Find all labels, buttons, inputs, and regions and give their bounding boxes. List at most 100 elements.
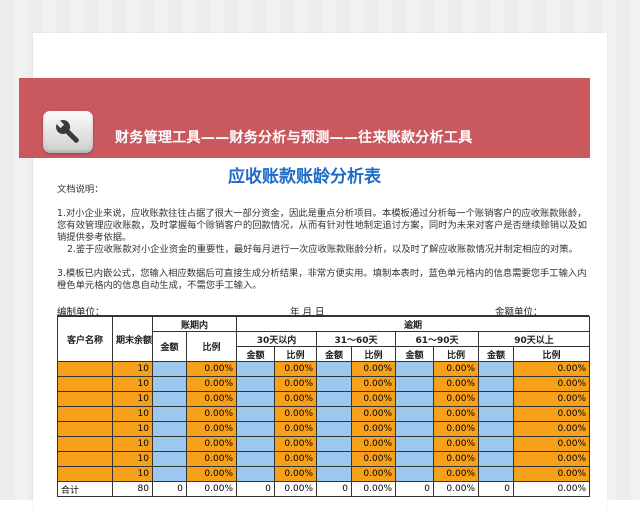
ratio-cell: 0.00% [513,361,591,377]
amount-input-cell[interactable] [478,436,515,452]
ratio-cell: 0.00% [513,376,591,392]
total-amount: 0 [395,481,435,497]
ratio-cell: 0.00% [513,406,591,422]
ratio-cell: 0.00% [433,466,480,482]
customer-name-cell[interactable] [57,451,113,467]
amount-input-cell[interactable] [236,421,276,437]
amount-input-cell[interactable] [152,451,187,467]
amount-input-cell[interactable] [236,436,276,452]
ratio-cell: 0.00% [351,451,397,467]
amount-input-cell[interactable] [478,361,515,377]
header-ratio: 比例 [433,346,480,362]
amount-input-cell[interactable] [478,376,515,392]
notes-paragraph-1c: 销提供参考依据。 [57,232,132,243]
total-amount: 0 [152,481,187,497]
amount-input-cell[interactable] [395,406,435,422]
ratio-cell: 0.00% [274,436,318,452]
header-amount: 金额 [316,346,353,362]
amount-input-cell[interactable] [395,421,435,437]
customer-name-cell[interactable] [57,361,113,377]
header-in-period: 账期内 [151,316,238,332]
balance-cell: 10 [112,421,153,437]
header-amount: 金额 [395,346,435,362]
customer-name-cell[interactable] [57,376,113,392]
customer-name-cell[interactable] [57,406,113,422]
amount-input-cell[interactable] [316,451,353,467]
amount-input-cell[interactable] [395,361,435,377]
amount-input-cell[interactable] [395,451,435,467]
amount-input-cell[interactable] [236,466,276,482]
ratio-cell: 0.00% [351,376,397,392]
amount-input-cell[interactable] [152,391,187,407]
amount-input-cell[interactable] [395,466,435,482]
amount-input-cell[interactable] [395,391,435,407]
amount-input-cell[interactable] [316,376,353,392]
ratio-cell: 0.00% [185,391,238,407]
ratio-cell: 0.00% [433,436,480,452]
total-ratio: 0.00% [274,481,318,497]
ratio-cell: 0.00% [351,466,397,482]
amount-input-cell[interactable] [316,391,353,407]
notes-paragraph-1b: 您有效管理应收账款，及时掌握每个赊销客户的回款情况，从而有针对性地制定追讨方案，… [57,220,587,231]
balance-cell: 10 [112,406,153,422]
notes-heading: 文档说明： [57,184,104,195]
amount-input-cell[interactable] [316,361,353,377]
amount-input-cell[interactable] [478,421,515,437]
header-within-30: 30天以内 [236,331,318,347]
amount-input-cell[interactable] [316,406,353,422]
ratio-cell: 0.00% [433,451,480,467]
banner-title: 财务管理工具——财务分析与预测——往来账款分析工具 [115,130,473,146]
amount-input-cell[interactable] [316,421,353,437]
amount-input-cell[interactable] [236,376,276,392]
amount-input-cell[interactable] [478,391,515,407]
amount-input-cell[interactable] [236,391,276,407]
ratio-cell: 0.00% [274,361,318,377]
customer-name-cell[interactable] [57,436,113,452]
ratio-cell: 0.00% [351,361,397,377]
table-row: 10 0.00% 0.00% 0.00% 0.00% 0.00% [57,436,591,452]
total-ratio: 0.00% [433,481,480,497]
balance-cell: 10 [112,391,153,407]
ratio-cell: 0.00% [351,421,397,437]
total-amount: 0 [316,481,353,497]
ratio-cell: 0.00% [513,466,591,482]
ratio-cell: 0.00% [513,391,591,407]
balance-cell: 10 [112,451,153,467]
amount-input-cell[interactable] [236,406,276,422]
amount-input-cell[interactable] [478,451,515,467]
amount-input-cell[interactable] [395,376,435,392]
amount-input-cell[interactable] [152,466,187,482]
header-customer: 客户名称 [57,316,113,362]
customer-name-cell[interactable] [57,466,113,482]
amount-input-cell[interactable] [152,421,187,437]
amount-input-cell[interactable] [152,436,187,452]
table-row: 10 0.00% 0.00% 0.00% 0.00% 0.00% [57,466,591,482]
header-balance: 期末余额 [112,316,153,362]
amount-input-cell[interactable] [236,451,276,467]
notes-paragraph-3b: 橙色单元格内的信息自动生成，不需您手工输入。 [57,280,262,291]
ratio-cell: 0.00% [274,421,318,437]
notes-paragraph-2: 2.鉴于应收账款对小企业资金的重要性，最好每月进行一次应收账款账龄分析，以及时了… [67,244,578,255]
total-ratio: 0.00% [351,481,397,497]
ratio-cell: 0.00% [185,421,238,437]
amount-input-cell[interactable] [395,436,435,452]
document-notes: 文档说明： 1.对小企业来说，应收账款往往占据了很大一部分资金，因此是重点分析项… [57,184,587,292]
header-over-90: 90天以上 [478,331,591,347]
amount-input-cell[interactable] [152,406,187,422]
amount-input-cell[interactable] [478,466,515,482]
total-ratio: 0.00% [185,481,238,497]
header-ratio: 比例 [513,346,591,362]
header-overdue: 逾期 [236,316,591,332]
amount-input-cell[interactable] [152,376,187,392]
header-amount: 金额 [478,346,515,362]
amount-input-cell[interactable] [316,436,353,452]
amount-input-cell[interactable] [236,361,276,377]
ratio-cell: 0.00% [433,406,480,422]
customer-name-cell[interactable] [57,421,113,437]
amount-input-cell[interactable] [478,406,515,422]
amount-input-cell[interactable] [316,466,353,482]
amount-input-cell[interactable] [152,361,187,377]
ratio-cell: 0.00% [513,436,591,452]
customer-name-cell[interactable] [57,391,113,407]
ratio-cell: 0.00% [185,406,238,422]
